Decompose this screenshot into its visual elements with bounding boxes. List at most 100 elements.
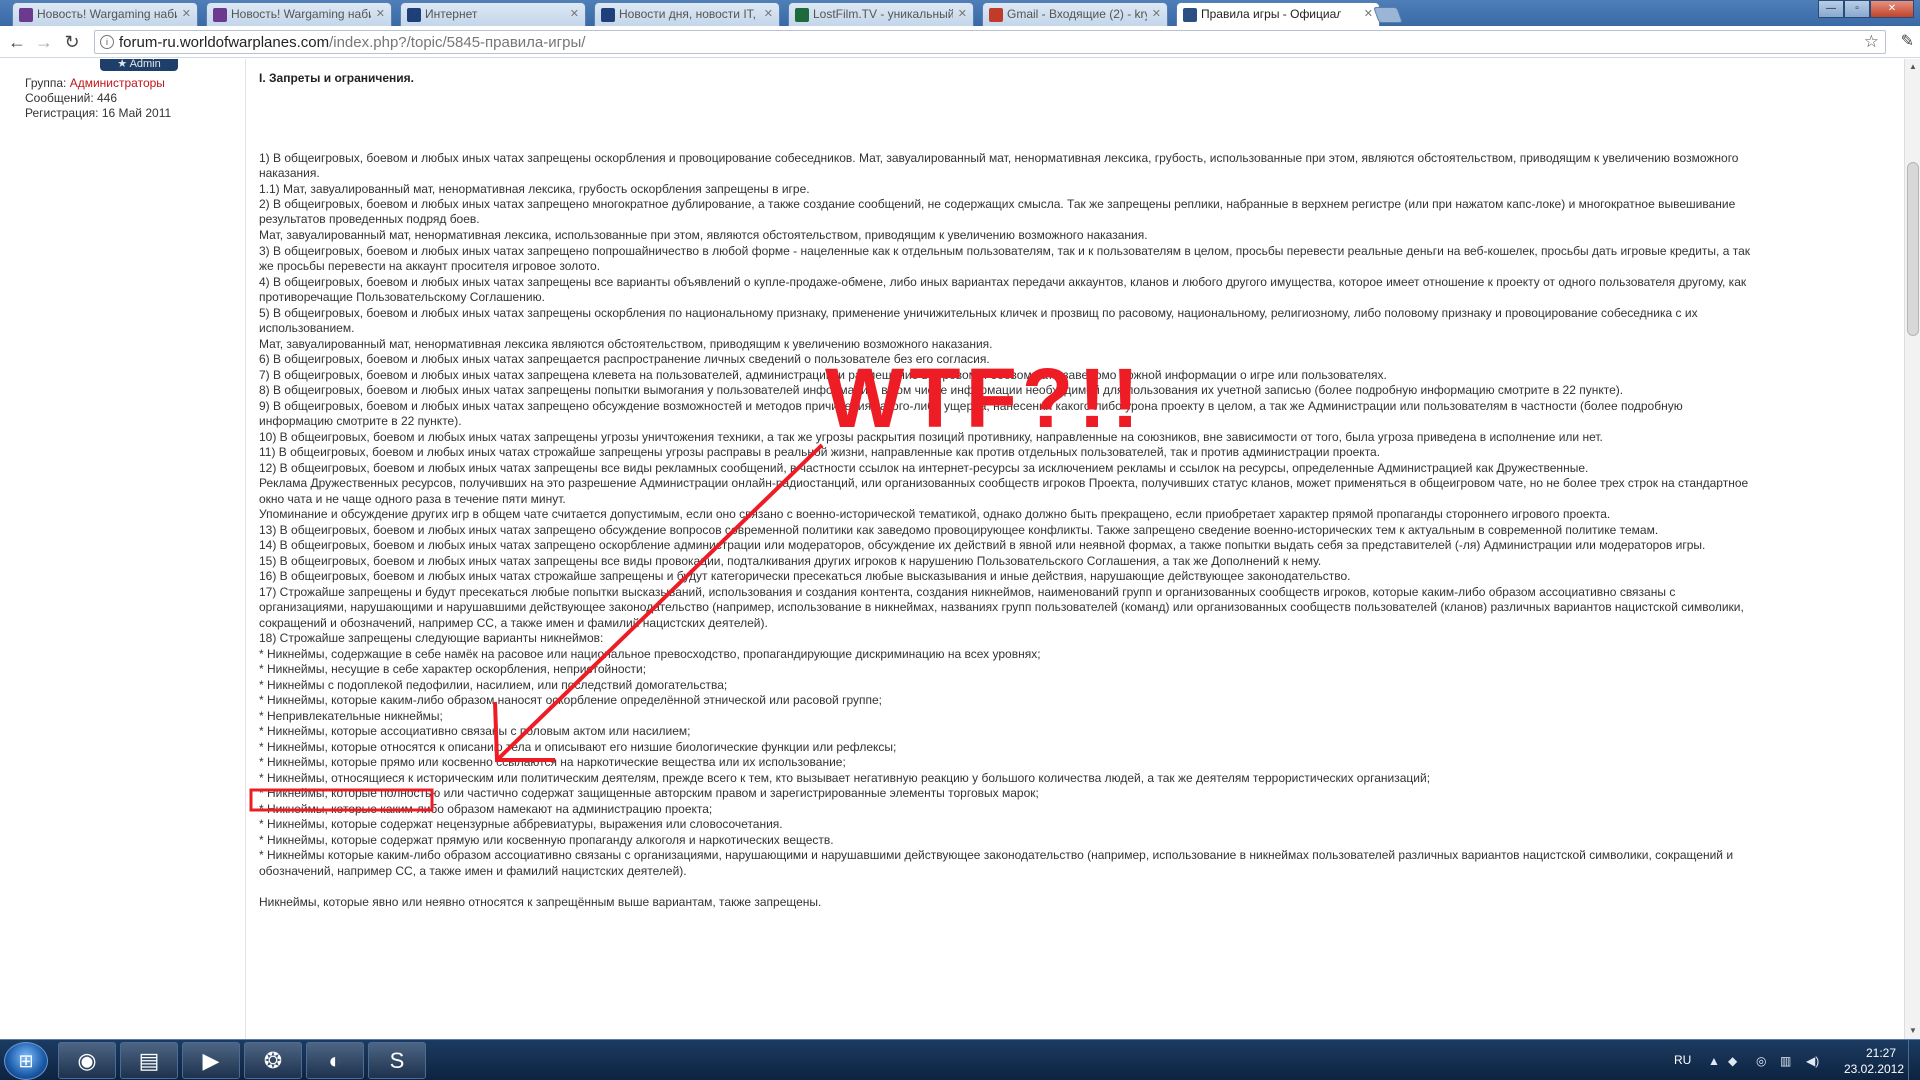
taskbar-app-app4[interactable]: ❂ bbox=[244, 1042, 302, 1079]
app5-icon: ◐ bbox=[328, 1048, 342, 1073]
bookmark-star-icon[interactable]: ☆ bbox=[1864, 32, 1879, 52]
network-icon[interactable]: ▥ bbox=[1780, 1054, 1791, 1068]
author-profile-column: ★ Admin Группа: Администраторы Сообщений… bbox=[0, 59, 246, 1039]
back-icon[interactable]: ← bbox=[6, 31, 28, 53]
new-tab-button[interactable] bbox=[1373, 7, 1403, 23]
close-tab-icon[interactable]: ✕ bbox=[1364, 7, 1373, 20]
post-line: * Никнеймы, которые содержат нецензурные… bbox=[259, 817, 783, 831]
favicon-icon bbox=[795, 8, 809, 22]
clock-time[interactable]: 21:27 bbox=[1852, 1046, 1910, 1060]
post-line: * Никнеймы, относящиеся к историческим и… bbox=[259, 771, 1431, 785]
page-info-icon[interactable]: i bbox=[100, 35, 114, 49]
minimize-button[interactable]: — bbox=[1818, 0, 1844, 18]
post-line: противоречащие Пользовательскому Соглаше… bbox=[259, 290, 545, 304]
post-line: * Никнеймы, которые каким-либо образом н… bbox=[259, 802, 713, 816]
close-tab-icon[interactable]: ✕ bbox=[182, 7, 191, 20]
close-tab-icon[interactable]: ✕ bbox=[376, 7, 385, 20]
admin-badge: ★ Admin bbox=[100, 59, 178, 71]
post-line: * Никнеймы, которые каким-либо образом н… bbox=[259, 693, 882, 707]
post-line: 4) В общеигровых, боевом и любых иных ча… bbox=[259, 275, 1747, 289]
scroll-up-icon[interactable]: ▲ bbox=[1905, 59, 1920, 75]
post-heading: I. Запреты и ограничения. bbox=[259, 71, 415, 85]
app4-icon: ❂ bbox=[263, 1048, 283, 1073]
browser-tab[interactable]: Новость! Wargaming набира ✕ bbox=[206, 2, 392, 26]
star-icon: ★ bbox=[117, 59, 130, 70]
taskbar-app-explorer[interactable]: ▤ bbox=[120, 1042, 178, 1079]
post-line: 14) В общеигровых, боевом и любых иных ч… bbox=[259, 538, 1706, 552]
post-line: 5) В общеигровых, боевом и любых иных ча… bbox=[259, 306, 1698, 320]
wrench-menu-icon[interactable]: ✎ bbox=[1901, 31, 1914, 51]
browser-tab[interactable]: Новости дня, новости IT, н ✕ bbox=[594, 2, 780, 26]
tray-app2-icon[interactable]: ◎ bbox=[1756, 1054, 1766, 1068]
taskbar-app-app5[interactable]: ◐ bbox=[306, 1042, 364, 1079]
browser-tab[interactable]: Gmail - Входящие (2) - kryt ✕ bbox=[982, 2, 1168, 26]
close-tab-icon[interactable]: ✕ bbox=[570, 7, 579, 20]
post-line: * Никнеймы, несущие в себе характер оско… bbox=[259, 662, 647, 676]
post-line: * Никнеймы, которые прямо или косвенно с… bbox=[259, 755, 846, 769]
tray-app-icon[interactable]: ◆ bbox=[1728, 1054, 1737, 1068]
favicon-icon bbox=[407, 8, 421, 22]
screen: Новость! Wargaming набира✕Новость! Warga… bbox=[0, 0, 1920, 1080]
url-path: /index.php?/topic/5845-правила-игры/ bbox=[329, 34, 586, 51]
forward-icon[interactable]: → bbox=[33, 31, 55, 53]
show-desktop-button[interactable] bbox=[1908, 1040, 1920, 1080]
post-line: сокращений и обозначений, например СС, а… bbox=[259, 616, 768, 630]
post-line: обозначений, например СС, а также имен и… bbox=[259, 864, 687, 878]
reload-icon[interactable]: ↻ bbox=[61, 31, 83, 53]
taskbar-app-chrome[interactable]: ◉ bbox=[58, 1042, 116, 1079]
post-line: 15) В общеигровых, боевом и любых иных ч… bbox=[259, 554, 1322, 568]
explorer-icon: ▤ bbox=[138, 1048, 160, 1073]
start-button[interactable]: ⊞ bbox=[4, 1042, 48, 1080]
chrome-icon: ◉ bbox=[77, 1048, 97, 1073]
vertical-scrollbar[interactable]: ▲ ▼ bbox=[1904, 59, 1920, 1039]
scroll-thumb[interactable] bbox=[1907, 162, 1919, 336]
scroll-down-icon[interactable]: ▼ bbox=[1905, 1023, 1920, 1039]
post-line: Никнеймы, которые явно или неявно относя… bbox=[259, 895, 822, 909]
profile-posts: Сообщений: 446 bbox=[25, 91, 118, 105]
volume-icon[interactable]: ◀) bbox=[1806, 1054, 1819, 1068]
post-line: * Никнеймы, которые полностью или частич… bbox=[259, 786, 1039, 800]
profile-group-link[interactable]: Администраторы bbox=[70, 76, 165, 90]
address-bar[interactable]: i forum-ru.worldofwarplanes.com/index.ph… bbox=[94, 30, 1886, 54]
browser-tab[interactable]: Интернет ✕ bbox=[400, 2, 586, 26]
browser-tab[interactable]: LostFilm.TV - уникальный ✕ bbox=[788, 2, 974, 26]
tab-title: Правила игры - Официаль bbox=[1201, 7, 1341, 21]
favicon-icon bbox=[1183, 8, 1197, 22]
close-window-button[interactable]: ✕ bbox=[1870, 0, 1914, 18]
url-host: forum-ru.worldofwarplanes.com bbox=[119, 34, 330, 51]
taskbar-app-skype[interactable]: S bbox=[368, 1042, 426, 1079]
close-tab-icon[interactable]: ✕ bbox=[958, 7, 967, 20]
post-line: 3) В общеигровых, боевом и любых иных ча… bbox=[259, 244, 1750, 258]
tab-title: Новость! Wargaming набира bbox=[231, 7, 371, 21]
favicon-icon bbox=[989, 8, 1003, 22]
post-line: использованием. bbox=[259, 321, 355, 335]
post-line: * Никнеймы которые каким-либо образом ас… bbox=[259, 848, 1734, 862]
taskbar-app-media[interactable]: ▶ bbox=[182, 1042, 240, 1079]
language-indicator[interactable]: RU bbox=[1674, 1053, 1691, 1067]
post-line: информацию смотрите в 22 пункте). bbox=[259, 414, 462, 428]
browser-tab[interactable]: Правила игры - Официаль ✕ bbox=[1176, 2, 1380, 27]
post-line: * Никнеймы, которые содержат прямую или … bbox=[259, 833, 834, 847]
close-tab-icon[interactable]: ✕ bbox=[1152, 7, 1161, 20]
post-line: 17) Строжайше запрещены и будут пресекат… bbox=[259, 585, 1676, 599]
post-line: * Непривлекательные никнеймы; bbox=[259, 709, 443, 723]
post-line: Упоминание и обсуждение других игр в общ… bbox=[259, 507, 1611, 521]
annotation-wtf-text: WTF?!! bbox=[825, 351, 1145, 445]
tab-strip: Новость! Wargaming набира✕Новость! Warga… bbox=[0, 0, 1920, 27]
post-line: Реклама Дружественных ресурсов, получивш… bbox=[259, 476, 1749, 490]
media-icon: ▶ bbox=[202, 1048, 220, 1073]
post-line: организациями, нарушающими и нарушавшими… bbox=[259, 600, 1744, 614]
tab-title: Gmail - Входящие (2) - kryt bbox=[1007, 7, 1147, 21]
close-tab-icon[interactable]: ✕ bbox=[764, 7, 773, 20]
post-line: наказания. bbox=[259, 166, 320, 180]
post-line: 11) В общеигровых, боевом и любых иных ч… bbox=[259, 445, 1381, 459]
clock-date[interactable]: 23.02.2012 bbox=[1838, 1062, 1910, 1076]
post-line: же просьбы перевести на аккаунт просител… bbox=[259, 259, 601, 273]
url-text[interactable]: forum-ru.worldofwarplanes.com/index.php?… bbox=[119, 34, 585, 51]
windows-logo-icon: ⊞ bbox=[18, 1051, 34, 1071]
maximize-button[interactable]: ▫ bbox=[1844, 0, 1870, 18]
post-line: окно чата и не чаще одного раза в течени… bbox=[259, 492, 566, 506]
tray-expand-icon[interactable]: ▲ bbox=[1708, 1054, 1720, 1068]
window-controls: — ▫ ✕ bbox=[1818, 0, 1914, 18]
browser-tab[interactable]: Новость! Wargaming набира ✕ bbox=[12, 2, 198, 26]
